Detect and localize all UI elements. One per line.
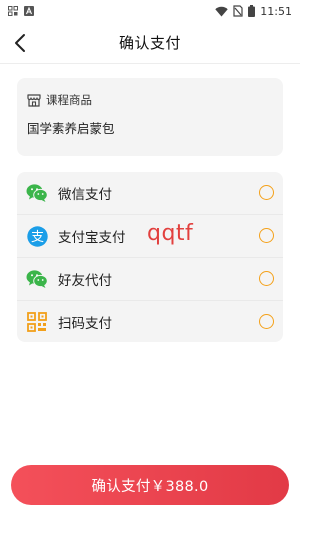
status-time: 11:51 — [260, 4, 292, 18]
radio-wechat[interactable] — [259, 185, 274, 200]
wechat-icon — [26, 182, 48, 204]
chevron-left-icon — [15, 34, 25, 52]
watermark-text: qqtf — [147, 221, 194, 246]
battery-icon — [248, 5, 256, 17]
payment-option-label: 支付宝支付 — [58, 230, 126, 246]
payment-option-label: 扫码支付 — [58, 316, 112, 332]
product-section-label: 课程商品 — [46, 93, 92, 107]
wechat-friend-icon — [26, 268, 48, 290]
payment-option-qr[interactable]: 扫码支付 — [17, 301, 283, 343]
store-icon — [27, 93, 41, 107]
product-header: 课程商品 — [27, 92, 273, 108]
payment-methods-list: 微信支付 支 支付宝支付 好友代付 扫码支付 — [17, 172, 283, 342]
svg-text:支: 支 — [30, 230, 43, 245]
status-bar: 11:51 — [0, 0, 300, 22]
status-bar-right: 11:51 — [215, 5, 292, 18]
radio-qr[interactable] — [259, 314, 274, 329]
product-card: 课程商品 国学素养启蒙包 — [17, 78, 283, 156]
wifi-icon — [215, 6, 228, 16]
app-a-icon — [24, 6, 34, 16]
payment-option-label: 好友代付 — [58, 273, 112, 289]
payment-option-friend-pay[interactable]: 好友代付 — [17, 258, 283, 300]
payment-option-label: 微信支付 — [58, 187, 112, 203]
payment-option-wechat[interactable]: 微信支付 — [17, 172, 283, 214]
back-button[interactable] — [8, 30, 32, 56]
page-title: 确认支付 — [118, 34, 181, 52]
radio-friend-pay[interactable] — [259, 271, 274, 286]
screenshot-icon — [8, 6, 18, 16]
nav-bar: 确认支付 — [0, 22, 300, 64]
radio-alipay[interactable] — [259, 228, 274, 243]
qr-code-icon — [26, 311, 48, 333]
status-bar-left — [8, 6, 34, 16]
no-sim-icon — [233, 5, 243, 17]
product-name: 国学素养启蒙包 — [27, 121, 115, 136]
confirm-pay-button[interactable]: 确认支付￥388.0 — [11, 465, 289, 505]
alipay-icon: 支 — [26, 225, 48, 247]
